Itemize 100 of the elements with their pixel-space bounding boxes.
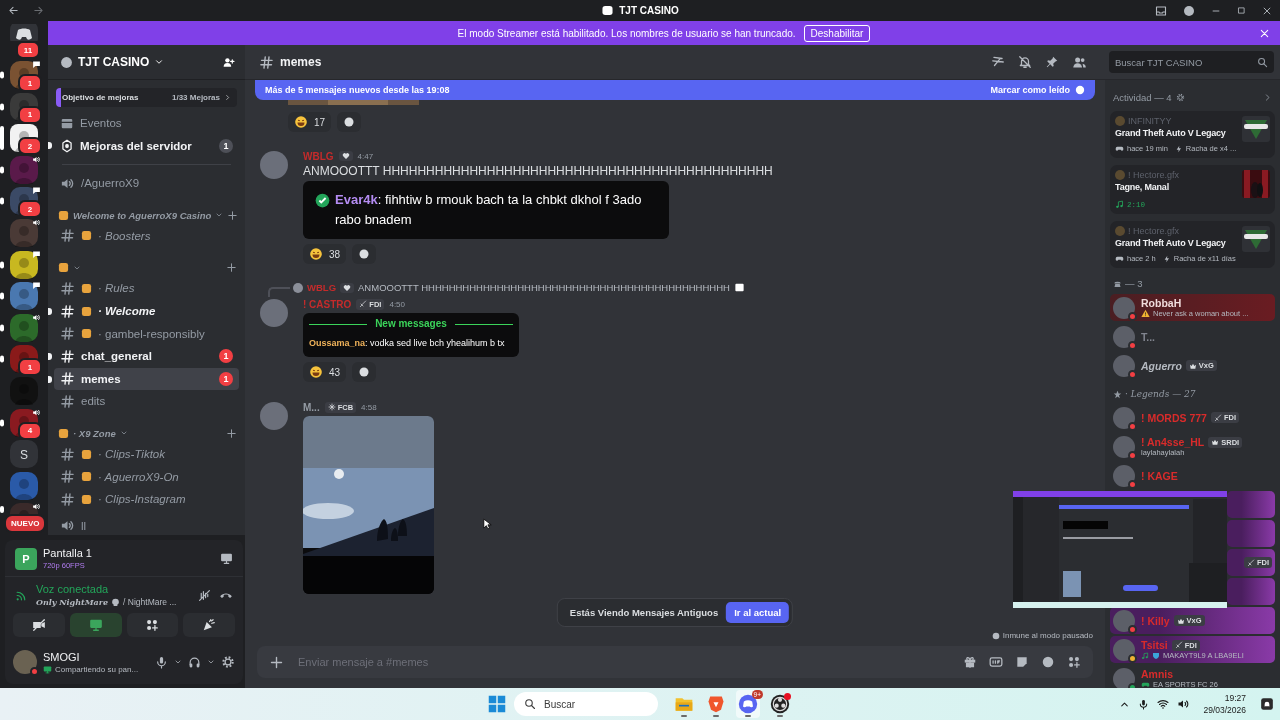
mute-icon[interactable] (1018, 55, 1032, 69)
threads-icon[interactable] (991, 55, 1005, 69)
sidebar-item[interactable]: Mejoras del servidor 1 (54, 134, 239, 157)
chat-line: Evar4k: fihhtiw b rmouk bach ta la chbkt dkhol f 3ado rabo bnadem (335, 191, 643, 229)
text-channel[interactable]: · Clips-Tiktok (54, 442, 239, 466)
boost-goal-bar[interactable]: Objetivo de mejoras 1/33 Mejoras (56, 88, 237, 107)
pin-icon[interactable] (1045, 55, 1059, 69)
add-reaction-button[interactable] (337, 112, 362, 132)
text-channel[interactable]: chat_general 1 (54, 344, 239, 368)
wifi-icon[interactable] (1157, 698, 1170, 710)
channel-name: ll (81, 519, 87, 532)
add-channel-icon[interactable] (227, 209, 239, 221)
back-arrow-icon[interactable] (8, 5, 19, 16)
chevron-down-icon[interactable] (174, 658, 182, 666)
avatar (1115, 170, 1125, 180)
noise-suppression-icon[interactable] (198, 588, 211, 602)
activity-user: INFINITYY (1128, 116, 1172, 126)
invite-icon[interactable] (222, 55, 235, 69)
microphone-icon[interactable] (1138, 698, 1150, 710)
unread-count-badge: 4 (18, 421, 42, 440)
server-header[interactable]: TJT CASINO (48, 45, 245, 80)
add-channel-icon[interactable] (226, 262, 237, 274)
activity-title: Grand Theft Auto V Legacy (1115, 128, 1227, 138)
sidebar-item[interactable]: Eventos (54, 111, 239, 134)
gift-icon[interactable] (963, 655, 977, 669)
activity-heading: Actividad — 4 (1113, 92, 1172, 103)
close-icon[interactable] (1262, 5, 1272, 16)
camera-off-button[interactable] (13, 613, 65, 637)
text-channel[interactable]: · gambel-responsibly (54, 322, 239, 345)
channel-name: · Boosters (98, 229, 151, 242)
server-icon[interactable] (0, 155, 38, 184)
text-channel[interactable]: · Rules (54, 277, 239, 300)
hash-icon (60, 393, 75, 409)
search-icon (1257, 56, 1268, 68)
count-badge: 1 (219, 138, 233, 153)
channel-name: · AguerroX9-On (98, 470, 179, 483)
settings-icon[interactable] (221, 655, 235, 669)
add-channel-icon[interactable] (226, 427, 237, 439)
headphones-icon[interactable] (188, 655, 201, 669)
chevron-down-icon[interactable] (207, 658, 215, 666)
category-name[interactable]: Welcome to AguerroX9 Casino (73, 209, 212, 221)
microphone-icon[interactable] (155, 655, 168, 669)
gif-icon[interactable] (989, 655, 1003, 669)
text-channel[interactable]: · AguerroX9-On (54, 465, 239, 488)
new-messages-bar[interactable]: Más de 5 mensajes nuevos desde las 19:08 Marcar como leído (255, 80, 1095, 100)
text-channel[interactable]: · Welcome (54, 299, 239, 323)
avatar (260, 151, 288, 179)
emoji-icon (81, 448, 92, 460)
inbox-icon[interactable] (1155, 4, 1167, 17)
hash-icon (60, 491, 75, 507)
user-status: Compartiendo su pan... (55, 664, 139, 674)
member-name: ! Killy (1141, 614, 1170, 627)
count-badge: 1 (219, 349, 233, 364)
jump-to-present-button[interactable]: Ir al actual (726, 602, 790, 623)
member-item[interactable]: T... (1110, 323, 1275, 350)
music-note-icon (1141, 651, 1149, 660)
text-channel[interactable]: · Clips-Instagram (54, 487, 239, 511)
start-icon[interactable] (488, 695, 506, 713)
taskbar-search-field[interactable]: Buscar (514, 692, 658, 716)
voice-channel[interactable]: /AguerroX9 (54, 172, 239, 195)
sword-icon (359, 300, 368, 308)
category-name[interactable]: · X9 Zone (73, 427, 116, 439)
reaction-button[interactable]: 17 (288, 112, 332, 132)
soundboard-button[interactable] (183, 613, 235, 637)
text-channel[interactable]: · Boosters (54, 224, 239, 248)
server-icon[interactable] (0, 313, 38, 342)
member-name: Aguerro (1141, 359, 1182, 372)
add-reaction-button[interactable] (352, 244, 377, 264)
add-reaction-button[interactable] (352, 362, 377, 382)
maximize-icon[interactable] (1237, 6, 1246, 15)
stop-stream-icon[interactable] (220, 552, 233, 565)
forward-arrow-icon[interactable] (33, 5, 44, 16)
emoji-icon (81, 230, 92, 242)
reaction-button[interactable]: 38 (303, 244, 347, 264)
screen-share-button[interactable] (69, 613, 122, 637)
server-icon[interactable] (0, 282, 38, 311)
notification-icon[interactable] (1260, 697, 1274, 711)
reaction-button[interactable]: 43 (303, 362, 347, 382)
clock-time: 19:27 (1224, 693, 1246, 703)
boost-progress: 1/33 Mejoras (171, 93, 220, 102)
emoji-icon (81, 493, 92, 505)
volume-icon[interactable] (1177, 698, 1190, 710)
boost-icon (60, 138, 74, 153)
server-name: TJT CASINO (78, 55, 150, 69)
mark-read-link[interactable]: Marcar como leído (990, 85, 1070, 95)
add-attachment-icon[interactable] (269, 654, 284, 670)
sidebar-item-label: Mejoras del servidor (80, 139, 192, 152)
search-field[interactable]: Buscar TJT CASINO (1109, 51, 1274, 73)
text-channel[interactable]: edits (54, 390, 239, 413)
disable-button[interactable]: Deshabilitar (803, 24, 871, 42)
settings-icon[interactable] (1175, 93, 1185, 102)
voice-channel[interactable]: ll (54, 514, 239, 535)
close-icon[interactable] (1259, 27, 1270, 39)
apps-icon[interactable] (1067, 655, 1081, 669)
activities-button[interactable] (126, 613, 179, 637)
voice-server-name: / NightMare ... (123, 597, 177, 607)
gamepad-icon (1141, 680, 1150, 688)
sticker-icon[interactable] (1015, 655, 1029, 669)
server-icon[interactable] (0, 250, 38, 279)
emoji-icon (81, 471, 92, 483)
